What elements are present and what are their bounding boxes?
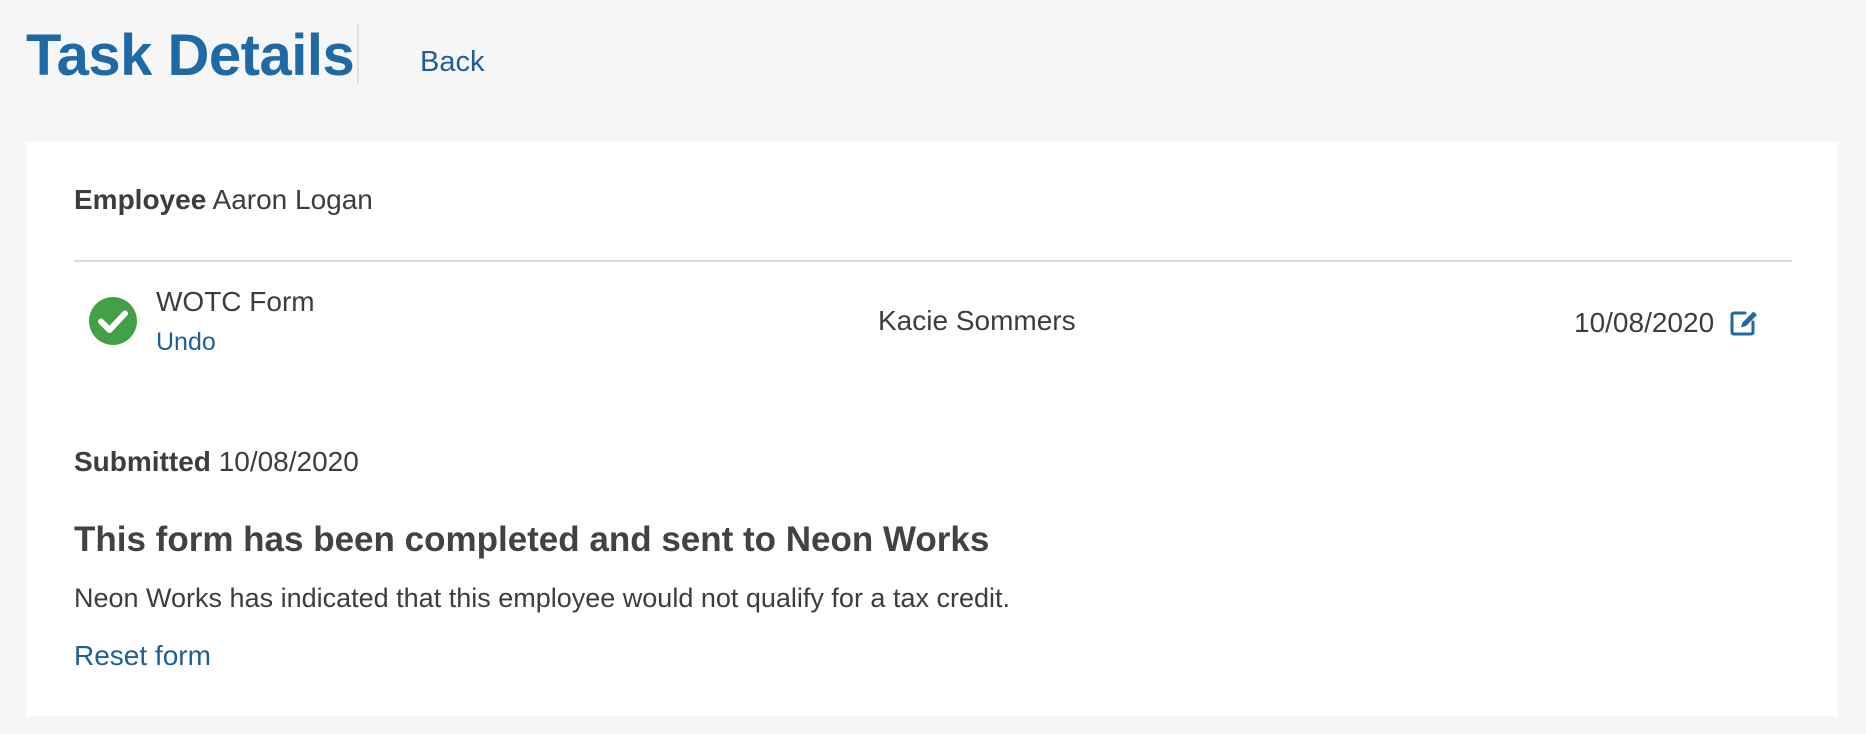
task-details-card: Employee Aaron Logan WOTC Form Undo Kaci… (26, 142, 1838, 716)
check-circle-icon (89, 297, 137, 345)
undo-link[interactable]: Undo (156, 326, 216, 358)
submitted-label: Submitted (74, 446, 211, 477)
completion-message: Neon Works has indicated that this emplo… (74, 583, 1010, 613)
task-date: 10/08/2020 (1574, 307, 1715, 338)
employee-name: Aaron Logan (212, 184, 373, 215)
completion-heading: This form has been completed and sent to… (74, 520, 990, 559)
back-link[interactable]: Back (420, 44, 484, 80)
section-divider (74, 260, 1792, 262)
task-name: WOTC Form (156, 286, 315, 317)
header-divider (357, 24, 359, 84)
employee-label: Employee (74, 184, 207, 215)
page-header: Task Details Back (0, 0, 1866, 140)
submitted-date: 10/08/2020 (218, 446, 359, 477)
reset-form-link[interactable]: Reset form (74, 638, 211, 674)
edit-icon[interactable] (1729, 309, 1759, 337)
submitted-line: Submitted 10/08/2020 (74, 444, 359, 480)
task-assignee: Kacie Sommers (878, 305, 1076, 336)
employee-line: Employee Aaron Logan (74, 182, 373, 218)
page-title: Task Details (26, 23, 355, 88)
